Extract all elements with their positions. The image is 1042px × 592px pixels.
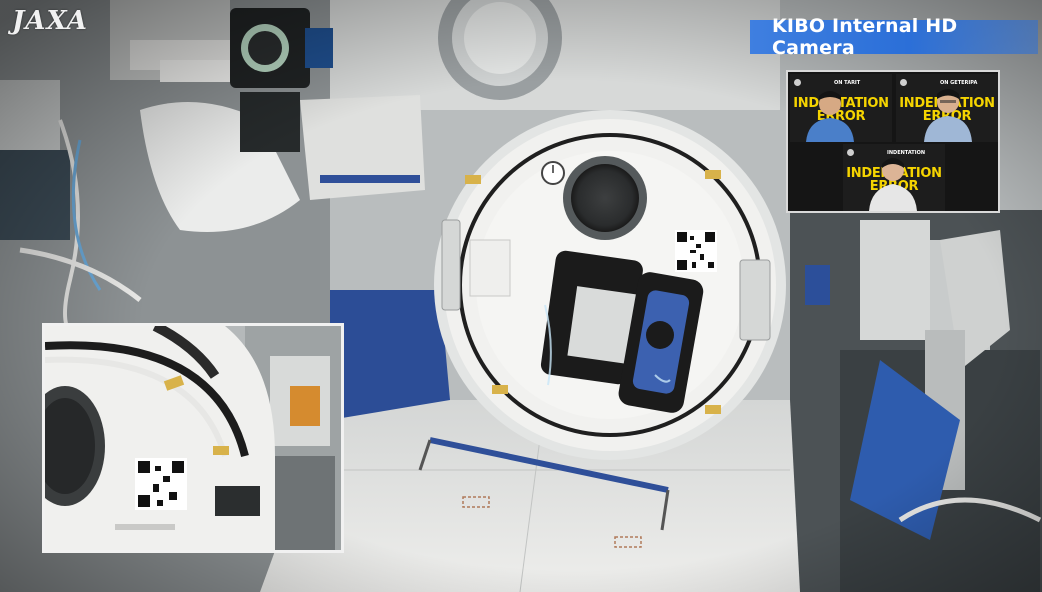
video-tile-2: ON GETERIPA INDENTATION ERROR (896, 74, 998, 142)
jaxa-logo: JAXA (12, 6, 88, 36)
video-tile-3: INDENTATION INDENTATION ERROR (843, 144, 945, 211)
video-call-overlay: ON TARIT INDENTATION ERROR ON GETERIPA I… (786, 70, 1000, 213)
camera-title: KIBO Internal HD Camera (772, 15, 958, 59)
inset-scene (45, 326, 341, 550)
camera-title-banner: KIBO Internal HD Camera (750, 15, 1038, 59)
inset-camera-view (42, 323, 344, 553)
video-tile-1: ON TARIT INDENTATION ERROR (790, 74, 892, 142)
camera-feed: JAXA KIBO Internal HD Camera ON TARIT IN… (0, 0, 1042, 592)
participant-avatar (924, 89, 972, 142)
participant-avatar (806, 91, 854, 142)
participant-avatar (869, 158, 917, 211)
